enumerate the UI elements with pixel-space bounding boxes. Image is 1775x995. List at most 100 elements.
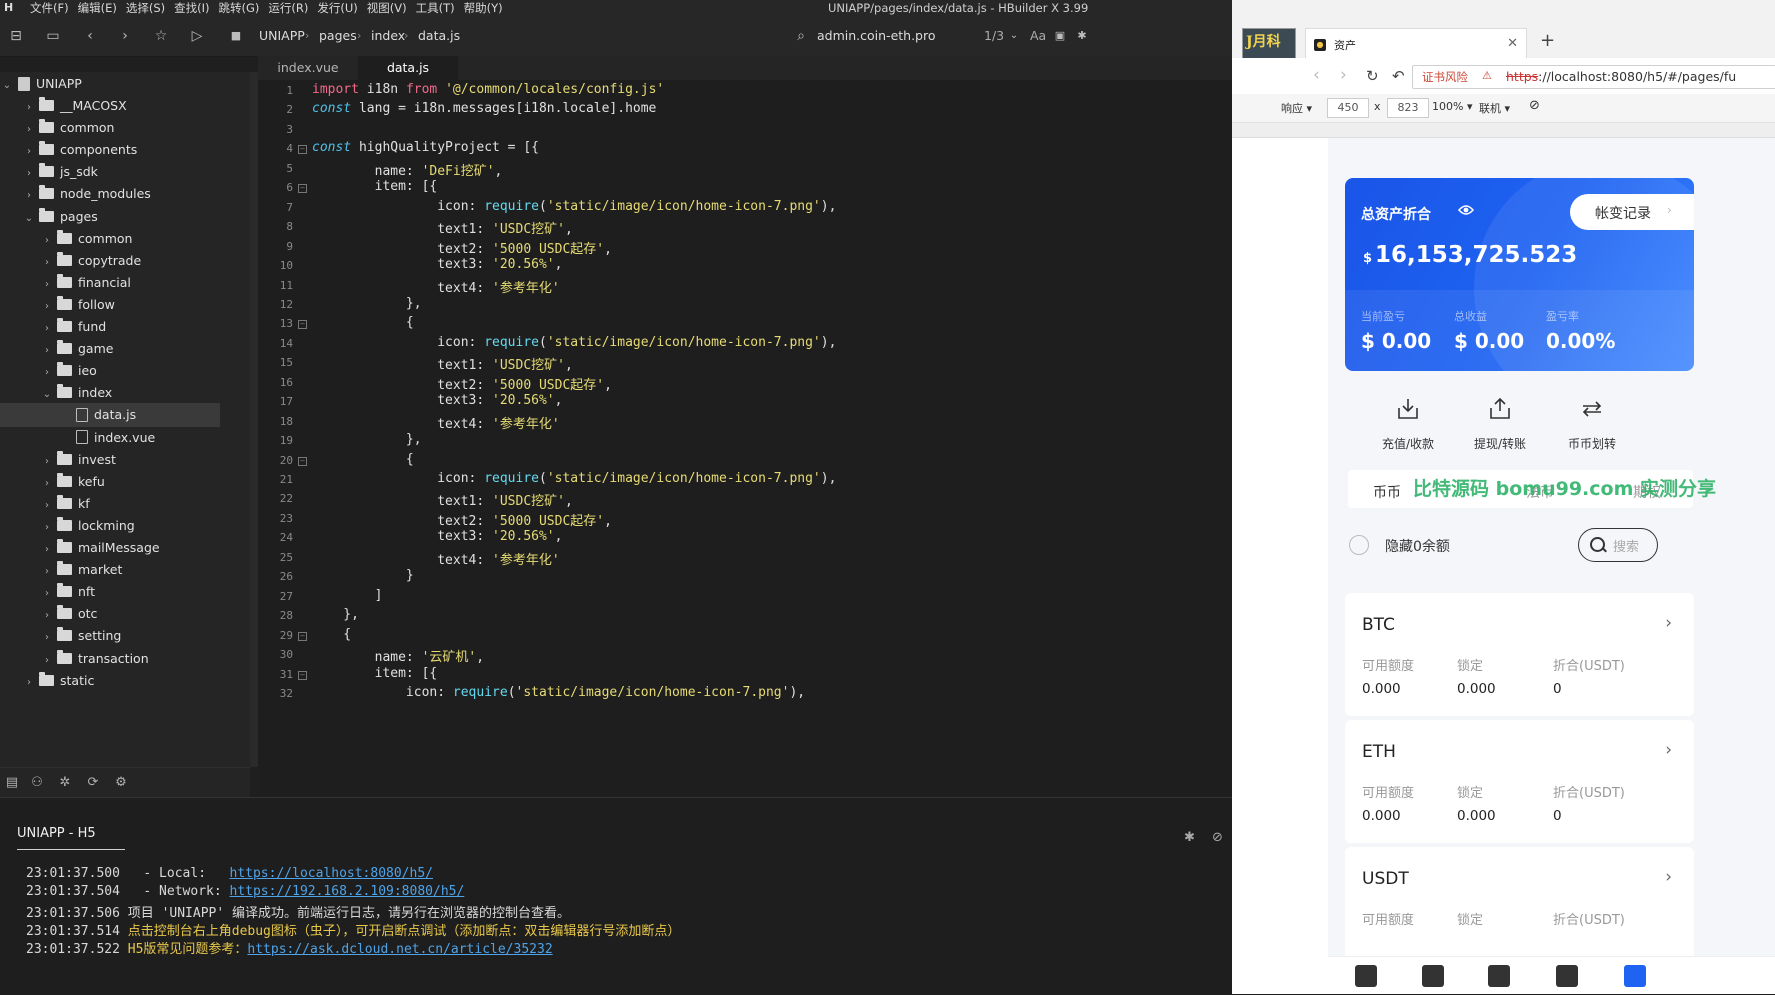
line-number[interactable]: 9 bbox=[258, 240, 293, 253]
code-line[interactable]: text2: '5000 USDC起存', bbox=[312, 510, 612, 529]
code-line[interactable]: text4: '参考年化' bbox=[312, 549, 559, 568]
tree-item[interactable]: › kf bbox=[0, 492, 220, 516]
deposit-button[interactable]: 充值/收款 bbox=[1363, 396, 1453, 452]
tab-data-js[interactable]: data.js bbox=[358, 56, 458, 80]
code-line[interactable]: icon: require('static/image/icon/home-ic… bbox=[312, 685, 805, 700]
line-number[interactable]: 18 bbox=[258, 415, 293, 428]
undo-icon[interactable]: ↶ bbox=[1392, 67, 1405, 85]
coin-card-eth[interactable]: ETH › 可用额度 锁定 折合(USDT) 0.000 0.000 0 bbox=[1345, 720, 1694, 843]
tree-item[interactable]: › market bbox=[0, 558, 220, 582]
forward-icon[interactable]: › bbox=[1340, 65, 1347, 85]
code-line[interactable]: ] bbox=[312, 588, 383, 603]
tree-item[interactable]: › node_modules bbox=[0, 182, 220, 206]
regex-icon[interactable]: ✱ bbox=[1074, 28, 1090, 44]
log-link[interactable]: https://ask.dcloud.net.cn/article/35232 bbox=[247, 942, 552, 957]
tree-item[interactable]: › transaction bbox=[0, 647, 220, 671]
line-number[interactable]: 3 bbox=[258, 123, 293, 136]
reload-icon[interactable]: ↻ bbox=[1366, 67, 1379, 85]
tree-item[interactable]: ⌄ index bbox=[0, 381, 220, 405]
code-line[interactable]: icon: require('static/image/icon/home-ic… bbox=[312, 335, 836, 350]
tree-item[interactable]: data.js bbox=[0, 403, 220, 428]
whole-word-icon[interactable]: ▣ bbox=[1052, 28, 1068, 44]
tree-item[interactable]: › lockming bbox=[0, 514, 220, 538]
fold-icon[interactable]: − bbox=[298, 145, 307, 155]
tree-item[interactable]: › nft bbox=[0, 580, 220, 604]
breadcrumb-project[interactable]: UNIAPP bbox=[259, 28, 305, 44]
device-mode-select[interactable]: 响应 ▾ bbox=[1281, 100, 1312, 116]
line-number[interactable]: 10 bbox=[258, 259, 293, 272]
match-case-toggle[interactable]: Aa bbox=[1030, 28, 1046, 44]
menu-item[interactable]: 选择(S) bbox=[126, 0, 165, 16]
line-number[interactable]: 22 bbox=[258, 492, 293, 505]
code-line[interactable]: text2: '5000 USDC起存', bbox=[312, 374, 612, 393]
browser-tab[interactable]: ● 资产 ✕ bbox=[1305, 28, 1527, 59]
tree-item[interactable]: › __MACOSX bbox=[0, 94, 220, 118]
menu-item[interactable]: 跳转(G) bbox=[219, 0, 260, 16]
cert-warning[interactable]: 证书风险 bbox=[1422, 69, 1468, 85]
git-icon[interactable]: ⟳ bbox=[85, 775, 101, 791]
menu-item[interactable]: 视图(V) bbox=[367, 0, 407, 16]
menu-item[interactable]: 文件(F) bbox=[30, 0, 69, 16]
chevron-down-icon[interactable]: ⌄ bbox=[1006, 28, 1022, 44]
nav-finance-icon[interactable] bbox=[1556, 965, 1578, 987]
breadcrumb-file[interactable]: data.js bbox=[418, 28, 460, 44]
plugin-icon[interactable]: ⚇ bbox=[29, 775, 45, 791]
breadcrumb-pages[interactable]: pages bbox=[319, 28, 357, 44]
nav-trade-icon[interactable] bbox=[1488, 965, 1510, 987]
code-line[interactable]: text2: '5000 USDC起存', bbox=[312, 238, 612, 257]
code-line[interactable]: icon: require('static/image/icon/home-ic… bbox=[312, 471, 836, 486]
zoom-select[interactable]: 100% ▾ bbox=[1432, 100, 1472, 113]
run-icon[interactable]: ▷ bbox=[189, 28, 205, 44]
line-number[interactable]: 7 bbox=[258, 201, 293, 214]
tree-item[interactable]: › follow bbox=[0, 293, 220, 317]
code-line[interactable]: name: 'DeFi挖矿', bbox=[312, 160, 503, 179]
tree-item[interactable]: › fund bbox=[0, 315, 220, 339]
line-number[interactable]: 16 bbox=[258, 376, 293, 389]
clear-icon[interactable]: ⊘ bbox=[1212, 830, 1223, 845]
menu-item[interactable]: 运行(R) bbox=[268, 0, 308, 16]
fold-icon[interactable]: − bbox=[298, 456, 307, 466]
line-number[interactable]: 17 bbox=[258, 395, 293, 408]
line-number[interactable]: 21 bbox=[258, 473, 293, 486]
history-button[interactable]: 帐变记录 › bbox=[1570, 194, 1694, 230]
line-number[interactable]: 13 bbox=[258, 317, 293, 330]
debug-icon[interactable]: ✲ bbox=[57, 775, 73, 791]
code-line[interactable]: }, bbox=[312, 607, 359, 622]
menu-item[interactable]: 帮助(Y) bbox=[464, 0, 503, 16]
fold-icon[interactable]: − bbox=[298, 320, 307, 330]
height-input[interactable]: 823 bbox=[1387, 98, 1429, 118]
tree-item[interactable]: › mailMessage bbox=[0, 536, 220, 560]
line-number[interactable]: 23 bbox=[258, 512, 293, 525]
code-line[interactable]: text3: '20.56%', bbox=[312, 257, 562, 272]
code-line[interactable]: }, bbox=[312, 432, 422, 447]
transfer-button[interactable]: 币币划转 bbox=[1547, 396, 1637, 452]
explorer-icon[interactable]: ▤ bbox=[4, 775, 20, 791]
fold-icon[interactable]: − bbox=[298, 670, 307, 680]
coin-card-btc[interactable]: BTC › 可用额度 锁定 折合(USDT) 0.000 0.000 0 bbox=[1345, 593, 1694, 716]
tree-item[interactable]: › common bbox=[0, 227, 220, 251]
line-number[interactable]: 20 bbox=[258, 454, 293, 467]
menu-item[interactable]: 编辑(E) bbox=[78, 0, 117, 16]
search-button[interactable]: 搜索 bbox=[1578, 528, 1658, 562]
tree-item[interactable]: › game bbox=[0, 337, 220, 361]
coin-card-usdt[interactable]: USDT › 可用额度 锁定 折合(USDT) bbox=[1345, 847, 1694, 970]
tree-item[interactable]: › js_sdk bbox=[0, 160, 220, 184]
console-title[interactable]: UNIAPP - H5 bbox=[17, 826, 96, 841]
nav-home-icon[interactable] bbox=[1355, 965, 1377, 987]
hide-zero-radio[interactable] bbox=[1349, 535, 1369, 555]
menu-item[interactable]: 查找(I) bbox=[174, 0, 209, 16]
tree-item[interactable]: › kefu bbox=[0, 470, 220, 494]
tree-item[interactable]: ⌄ pages bbox=[0, 205, 220, 229]
nav-assets-icon[interactable] bbox=[1624, 965, 1646, 987]
forward-icon[interactable]: › bbox=[117, 28, 133, 44]
tree-item[interactable]: › ieo bbox=[0, 359, 220, 383]
tree-item[interactable]: index.vue bbox=[0, 426, 220, 450]
line-number[interactable]: 26 bbox=[258, 570, 293, 583]
code-line[interactable]: name: '云矿机', bbox=[312, 646, 484, 665]
withdraw-button[interactable]: 提现/转账 bbox=[1455, 396, 1545, 452]
breadcrumb-index[interactable]: index bbox=[371, 28, 405, 44]
save-icon[interactable]: ▭ bbox=[45, 28, 61, 44]
tree-item[interactable]: › static bbox=[0, 669, 220, 693]
line-number[interactable]: 5 bbox=[258, 162, 293, 175]
line-number[interactable]: 28 bbox=[258, 609, 293, 622]
